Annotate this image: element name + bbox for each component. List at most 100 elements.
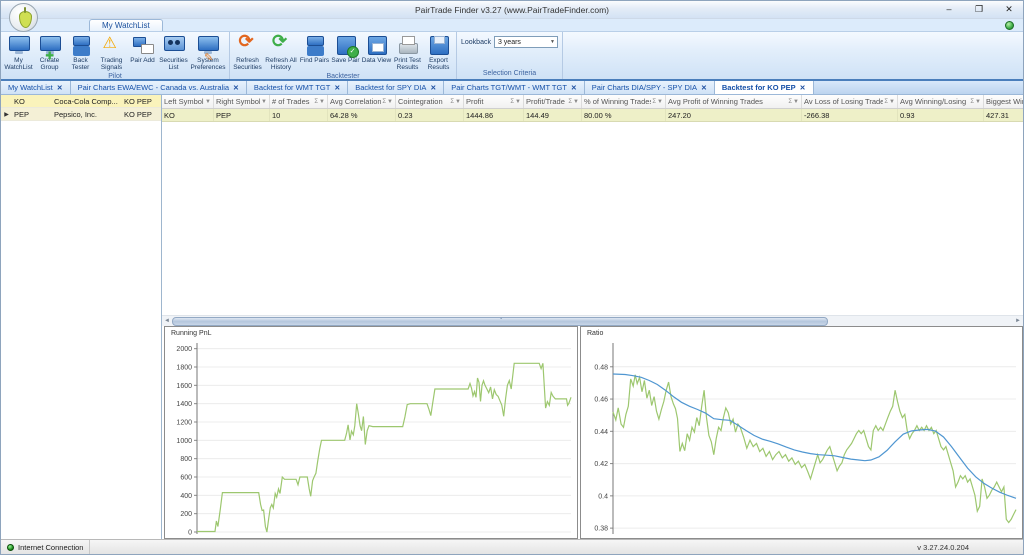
- refresh-all-history-button[interactable]: Refresh All History: [263, 33, 299, 72]
- filter-funnel-icon[interactable]: ▼: [889, 99, 895, 105]
- results-row-ko-pep[interactable]: KO PEP 10 64.28 % 0.23 1444.86 144.49 80…: [162, 109, 1023, 122]
- chart-canvas: 0.380.40.420.440.460.48: [581, 341, 1022, 538]
- close-icon[interactable]: ✕: [571, 84, 577, 92]
- create-group-button[interactable]: Create Group: [34, 33, 65, 72]
- tab-backtest-wmt-tgt[interactable]: Backtest for WMT TGT✕: [247, 81, 348, 94]
- col-avg-winning-losing[interactable]: Avg Winning/LosingΣ▼: [898, 95, 984, 108]
- system-preferences-button[interactable]: System Preferences: [189, 33, 227, 72]
- back-tester-button[interactable]: Back Tester: [65, 33, 96, 72]
- filter-funnel-icon[interactable]: ▼: [793, 99, 799, 105]
- filter-funnel-icon[interactable]: ▼: [387, 99, 393, 105]
- scroll-left-icon[interactable]: ◄: [162, 316, 172, 327]
- watchlist-row-ko[interactable]: KO Coca-Cola Comp... KO PEP: [1, 95, 161, 108]
- data-view-button[interactable]: Data View: [361, 33, 392, 72]
- watchlist-panel: KO Coca-Cola Comp... KO PEP ▶ PEP Pepsic…: [1, 95, 162, 539]
- filter-funnel-icon[interactable]: ▼: [515, 99, 521, 105]
- lookback-label: Lookback: [461, 39, 491, 46]
- close-icon[interactable]: ✕: [334, 84, 340, 92]
- col-left-symbol[interactable]: Left Symbol▼: [162, 95, 214, 108]
- title-bar: PairTrade Finder v3.27 (www.PairTradeFin…: [1, 1, 1023, 19]
- filter-funnel-icon[interactable]: ▼: [205, 99, 211, 105]
- securities-list-button[interactable]: Securities List: [158, 33, 189, 72]
- tab-pair-charts-tgt-wmt[interactable]: Pair Charts TGT/WMT - WMT TGT✕: [444, 81, 585, 94]
- lookback-value: 3 years: [498, 39, 521, 46]
- y-tick-label: 1200: [176, 420, 192, 427]
- export-results-button[interactable]: Export Results: [423, 33, 454, 72]
- filter-funnel-icon[interactable]: ▼: [975, 99, 981, 105]
- filter-funnel-icon[interactable]: ▼: [261, 99, 267, 105]
- col-biggest-win[interactable]: Biggest WinΣ▼: [984, 95, 1023, 108]
- running-pnl-plot: 0200400600800100012001400160018002000: [165, 341, 577, 538]
- refresh-securities-icon: [235, 34, 261, 57]
- sum-icon[interactable]: Σ: [970, 99, 974, 105]
- charts-area: Running PnL 0200400600800100012001400160…: [162, 326, 1023, 539]
- y-tick-label: 0.44: [594, 429, 608, 436]
- close-icon[interactable]: ✕: [800, 84, 806, 92]
- watchlist-symbol: KO: [12, 97, 52, 106]
- backtest-results-panel: Left Symbol▼ Right Symbol▼ # of TradesΣ▼…: [162, 95, 1023, 539]
- col-av-loss-losing[interactable]: Av Loss of Losing TradeΣ▼: [802, 95, 898, 108]
- y-tick-label: 1800: [176, 365, 192, 372]
- tab-pair-charts-ewa-ewc[interactable]: Pair Charts EWA/EWC - Canada vs. Austral…: [71, 81, 247, 94]
- close-icon[interactable]: ✕: [233, 84, 239, 92]
- sum-icon[interactable]: Σ: [568, 99, 572, 105]
- col-right-symbol[interactable]: Right Symbol▼: [214, 95, 270, 108]
- close-button[interactable]: ✕: [1001, 2, 1017, 16]
- maximize-button[interactable]: ❐: [971, 2, 987, 16]
- find-pairs-button[interactable]: Find Pairs: [299, 33, 330, 72]
- securities-list-icon: [161, 34, 187, 57]
- close-icon[interactable]: ✕: [430, 84, 436, 92]
- scrollbar-track[interactable]: [172, 317, 1013, 326]
- col-profit-trade[interactable]: Profit/TradeΣ▼: [524, 95, 582, 108]
- status-bar: Internet Connection v 3.27.24.0.204: [1, 539, 1023, 554]
- connection-status: Internet Connection: [1, 540, 90, 554]
- filter-funnel-icon[interactable]: ▼: [657, 99, 663, 105]
- watchlist-row-pep[interactable]: ▶ PEP Pepsico, Inc. KO PEP: [1, 108, 161, 121]
- tab-my-watchlist[interactable]: My WatchList✕: [1, 81, 71, 94]
- col-num-trades[interactable]: # of TradesΣ▼: [270, 95, 328, 108]
- sum-icon[interactable]: Σ: [884, 99, 888, 105]
- sum-icon[interactable]: Σ: [382, 99, 386, 105]
- col-avg-profit-winning[interactable]: Avg Profit of Winning TradesΣ▼: [666, 95, 802, 108]
- running-pnl-chart: Running PnL 0200400600800100012001400160…: [164, 326, 578, 539]
- data-view-icon: [364, 34, 390, 57]
- filter-funnel-icon[interactable]: ▼: [319, 99, 325, 105]
- col-pct-winning[interactable]: % of Winning TradesΣ▼: [582, 95, 666, 108]
- trading-signals-icon: [99, 34, 125, 57]
- sum-icon[interactable]: Σ: [652, 99, 656, 105]
- y-tick-label: 0.4: [598, 493, 608, 500]
- watchlist-name: Pepsico, Inc.: [52, 110, 122, 119]
- horizontal-scrollbar[interactable]: ◄ ►: [162, 315, 1023, 326]
- app-logo-pear-icon[interactable]: [9, 3, 38, 32]
- sum-icon[interactable]: Σ: [450, 99, 454, 105]
- sum-icon[interactable]: Σ: [510, 99, 514, 105]
- refresh-all-history-icon: [268, 34, 294, 57]
- scrollbar-thumb[interactable]: [172, 317, 828, 326]
- window-title: PairTrade Finder v3.27 (www.PairTradeFin…: [415, 5, 609, 15]
- chart-title: Ratio: [581, 327, 1022, 341]
- tab-backtest-ko-pep[interactable]: Backtest for KO PEP✕: [715, 81, 814, 94]
- trading-signals-button[interactable]: Trading Signals: [96, 33, 127, 72]
- sum-icon[interactable]: Σ: [788, 99, 792, 105]
- sum-icon[interactable]: Σ: [314, 99, 318, 105]
- col-profit[interactable]: ProfitΣ▼: [464, 95, 524, 108]
- close-icon[interactable]: ✕: [57, 84, 63, 92]
- help-status-icon[interactable]: [1005, 21, 1014, 30]
- tab-pair-charts-dia-spy[interactable]: Pair Charts DIA/SPY - SPY DIA✕: [585, 81, 715, 94]
- filter-funnel-icon[interactable]: ▼: [455, 99, 461, 105]
- pair-add-button[interactable]: Pair Add: [127, 33, 158, 72]
- refresh-securities-button[interactable]: Refresh Securities: [232, 33, 263, 72]
- col-avg-correlation[interactable]: Avg CorrelationΣ▼: [328, 95, 396, 108]
- col-cointegration[interactable]: CointegrationΣ▼: [396, 95, 464, 108]
- minimize-button[interactable]: –: [941, 2, 957, 16]
- y-tick-label: 1600: [176, 383, 192, 390]
- print-test-results-button[interactable]: Print Test Results: [392, 33, 423, 72]
- tab-backtest-spy-dia[interactable]: Backtest for SPY DIA✕: [348, 81, 444, 94]
- scroll-right-icon[interactable]: ►: [1013, 316, 1023, 327]
- my-watchlist-button[interactable]: My WatchList: [3, 33, 34, 72]
- save-pair-button[interactable]: Save Pair: [330, 33, 361, 72]
- lookback-select[interactable]: 3 years: [494, 36, 558, 48]
- ribbon-tab-my-watchlist[interactable]: My WatchList: [89, 19, 163, 31]
- close-icon[interactable]: ✕: [701, 84, 707, 92]
- filter-funnel-icon[interactable]: ▼: [573, 99, 579, 105]
